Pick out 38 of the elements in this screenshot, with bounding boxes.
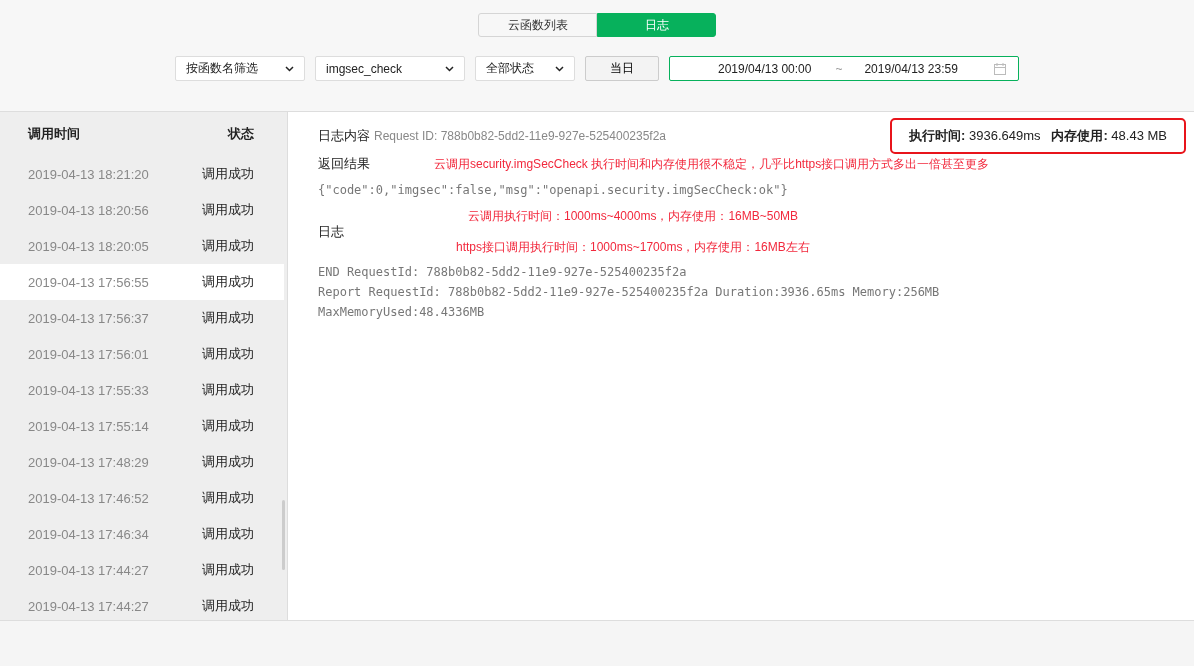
log-row[interactable]: 2019-04-13 17:48:29 调用成功 (0, 444, 284, 480)
log-row[interactable]: 2019-04-13 17:56:01 调用成功 (0, 336, 284, 372)
filter-dropdown[interactable]: 按函数名筛选 (175, 56, 305, 81)
log-row[interactable]: 2019-04-13 17:56:37 调用成功 (0, 300, 284, 336)
column-header: 状态 (228, 125, 254, 143)
scrollbar[interactable] (282, 500, 285, 570)
calendar-icon (994, 62, 1006, 75)
log-row[interactable]: 2019-04-13 17:55:33 调用成功 (0, 372, 284, 408)
column-header: 调用时间 (28, 125, 80, 143)
log-label: 日志 (318, 223, 344, 241)
log-line: END RequestId: 788b0b82-5dd2-11e9-927e-525400235f2a (318, 264, 688, 281)
filter-dropdown[interactable]: imgsec_check (315, 56, 465, 81)
log-row[interactable]: 2019-04-13 17:44:27 调用成功 (0, 588, 284, 624)
result-label: 返回结果 (318, 155, 370, 173)
stats-highlight: 执行时间: 3936.649ms 内存使用: 48.43 MB (890, 118, 1186, 154)
annotation-note: 云调用执行时间：1000ms~4000ms，内存使用：16MB~50MB (468, 208, 800, 225)
log-row[interactable]: 2019-04-13 17:56:55 调用成功 (0, 264, 284, 300)
log-row[interactable]: 2019-04-13 17:46:52 调用成功 (0, 480, 284, 516)
filter-dropdown[interactable]: 全部状态 (475, 56, 575, 81)
chevron-down-icon (445, 65, 454, 72)
annotation-note: 云调用security.imgSecCheck 执行时间和内存使用很不稳定，几乎比https接口调用方式多出一倍甚至更多 (434, 155, 990, 173)
tab[interactable]: 云函数列表 (478, 13, 597, 37)
chevron-down-icon (285, 65, 294, 72)
log-row[interactable]: 2019-04-13 18:20:05 调用成功 (0, 228, 284, 264)
request-id: Request ID: 788b0b82-5dd2-11e9-927e-525400235f2a (374, 129, 666, 143)
detail-title: 日志内容 (318, 127, 370, 145)
date-range-field[interactable]: 2019/04/13 00:00 ~ 2019/04/13 23:59 (669, 56, 1019, 81)
log-row[interactable]: 2019-04-13 17:44:27 调用成功 (0, 552, 284, 588)
log-row[interactable]: 2019-04-13 18:21:20 调用成功 (0, 156, 284, 192)
annotation-note: https接口调用执行时间：1000ms~1700ms，内存使用：16MB左右 (456, 239, 810, 256)
log-row[interactable]: 2019-04-13 18:20:56 调用成功 (0, 192, 284, 228)
result-text: {"code":0,"imgsec":false,"msg":"openapi.security.imgSecCheck:ok"} (318, 182, 789, 199)
log-line: Report RequestId: 788b0b82-5dd2-11e9-927e-525400235f2a Duration:3936.65ms Memory:256MB (318, 284, 941, 301)
log-row[interactable]: 2019-04-13 17:46:34 调用成功 (0, 516, 284, 552)
log-line: MaxMemoryUsed:48.4336MB (318, 304, 486, 321)
today-button[interactable]: 当日 (585, 56, 659, 81)
chevron-down-icon (555, 65, 564, 72)
log-row[interactable]: 2019-04-13 17:55:14 调用成功 (0, 408, 284, 444)
